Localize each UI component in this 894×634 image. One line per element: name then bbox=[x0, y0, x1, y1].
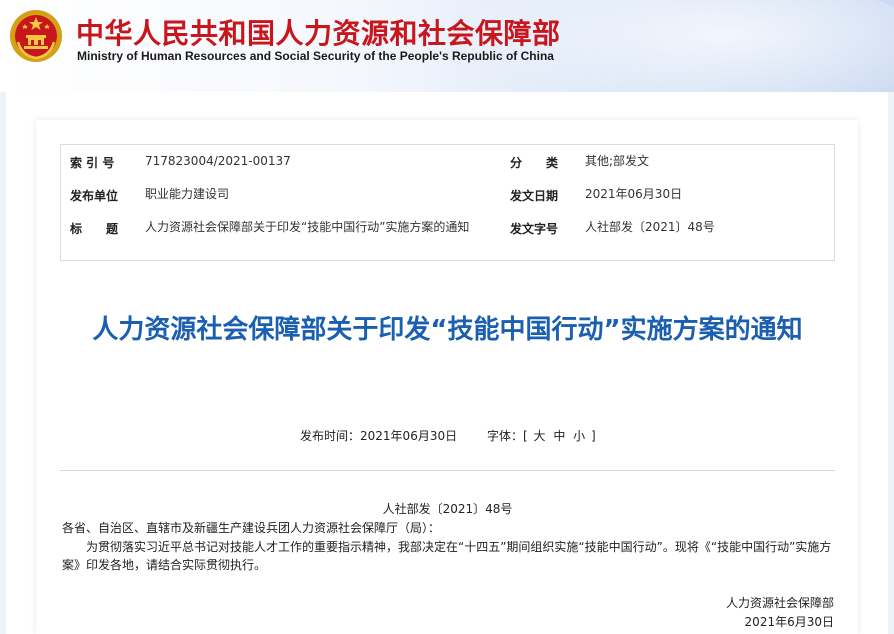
font-small-button[interactable]: 小 bbox=[573, 429, 585, 443]
publish-time-value: 2021年06月30日 bbox=[360, 429, 458, 443]
body-paragraph: 为贯彻落实习近平总书记对技能人才工作的重要指示精神，我部决定在“十四五”期间组织… bbox=[62, 540, 832, 572]
site-header: 中华人民共和国人力资源和社会保障部 Ministry of Human Reso… bbox=[0, 0, 894, 92]
document-number-value: 人社部发〔2021〕48号 bbox=[585, 220, 715, 234]
signature-issuer: 人力资源社会保障部 bbox=[725, 596, 834, 610]
body-document-number: 人社部发〔2021〕48号 bbox=[382, 502, 513, 516]
font-bracket-close: ] bbox=[591, 429, 596, 443]
title-value: 人力资源社会保障部关于印发“技能中国行动”实施方案的通知 bbox=[145, 220, 470, 234]
issue-date-value: 2021年06月30日 bbox=[585, 187, 683, 201]
index-number-value: 717823004/2021-00137 bbox=[145, 154, 291, 168]
publish-info-bar: 发布时间：2021年06月30日 字体：[ 大 中 小 ] bbox=[300, 427, 596, 444]
font-bracket-open: [ bbox=[522, 429, 528, 443]
category-value: 其他;部发文 bbox=[585, 154, 650, 168]
addressee-line: 各省、自治区、直辖市及新疆生产建设兵团人力资源社会保障厅（局）： bbox=[62, 521, 441, 535]
national-emblem-icon[interactable] bbox=[8, 8, 64, 64]
category-label: 分 类 bbox=[510, 156, 559, 170]
title-label: 标 题 bbox=[70, 222, 119, 236]
publisher-value: 职业能力建设司 bbox=[145, 187, 230, 201]
document-metadata-table: 索 引 号 717823004/2021-00137 分 类 其他;部发文 发布… bbox=[60, 144, 835, 261]
ministry-name-en[interactable]: Ministry of Human Resources and Social S… bbox=[77, 49, 554, 63]
font-medium-button[interactable]: 中 bbox=[553, 429, 565, 443]
signature-date: 2021年6月30日 bbox=[744, 615, 834, 629]
document-number-label: 发文字号 bbox=[510, 222, 559, 236]
publish-time-label: 发布时间： bbox=[300, 429, 361, 443]
ministry-name-cn[interactable]: 中华人民共和国人力资源和社会保障部 bbox=[76, 12, 561, 52]
content-divider bbox=[60, 470, 835, 471]
font-size-label: 字体： bbox=[486, 429, 523, 443]
index-number-label: 索 引 号 bbox=[70, 156, 115, 170]
issue-date-label: 发文日期 bbox=[510, 189, 559, 203]
article-title: 人力资源社会保障部关于印发“技能中国行动”实施方案的通知 bbox=[92, 315, 803, 345]
publisher-label: 发布单位 bbox=[70, 189, 119, 203]
font-large-button[interactable]: 大 bbox=[533, 429, 545, 443]
